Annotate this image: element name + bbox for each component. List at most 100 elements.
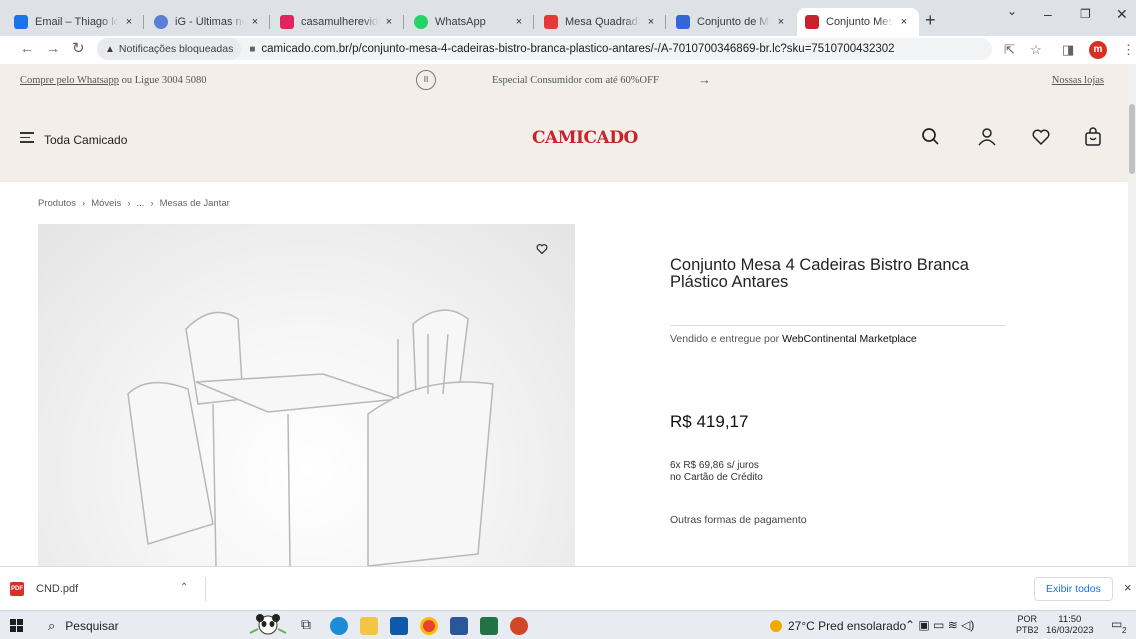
whatsapp-link[interactable]: Compre pelo Whatsapp <box>20 75 119 86</box>
download-item[interactable]: PDF CND.pdf ⌃ <box>10 577 206 601</box>
bookmark-star-icon[interactable]: ☆ <box>1030 42 1042 58</box>
tab-ig[interactable]: iG - Últimas notíc × <box>146 8 270 36</box>
search-icon[interactable] <box>920 126 942 148</box>
contact-links: Compre pelo Whatsapp ou Ligue 3004 5080 <box>20 75 206 86</box>
weather-text: 27°C Pred ensolarado <box>788 619 907 633</box>
system-tray-icons[interactable]: ⌃ ▣ ▭ ≋ ◁) <box>905 618 974 632</box>
clock[interactable]: 11:50 16/03/2023 <box>1046 614 1094 636</box>
tab-close-icon[interactable]: × <box>248 16 262 28</box>
camicado-logo[interactable]: CAMICADO <box>532 128 638 148</box>
user-account-icon[interactable] <box>976 126 998 148</box>
language-code: POR <box>1017 614 1038 624</box>
seller-name-link[interactable]: WebContinental Marketplace <box>782 333 917 345</box>
chrome-icon[interactable] <box>420 617 438 635</box>
tab-search-icon[interactable]: ⌄ <box>1007 4 1017 18</box>
store-favicon-icon <box>544 15 558 29</box>
tab-label: Conjunto Mesa 4 <box>826 16 893 28</box>
tab-conjunto-mesa-active[interactable]: Conjunto Mesa 4 × <box>797 8 919 36</box>
panda-search-highlight-icon[interactable] <box>246 611 290 639</box>
keyboard-layout: PTB2 <box>1016 625 1039 635</box>
pause-carousel-button[interactable]: II <box>416 70 436 90</box>
product-price: R$ 419,17 <box>670 412 749 431</box>
show-all-downloads-button[interactable]: Exibir todos <box>1034 577 1113 601</box>
all-categories-menu[interactable]: Toda Camicado <box>44 133 127 147</box>
promo-message[interactable]: Especial Consumidor com até 60%OFF <box>492 75 659 86</box>
reload-icon[interactable]: ↻ <box>72 39 85 57</box>
tab-casamulherevida[interactable]: casamulherevida × <box>272 8 404 36</box>
tab-email[interactable]: Email – Thiago lo × <box>6 8 144 36</box>
download-file-name[interactable]: CND.pdf <box>36 583 78 595</box>
casamulher-favicon-icon <box>280 15 294 29</box>
mail-icon[interactable] <box>390 617 408 635</box>
other-payment-methods-link[interactable]: Outras formas de pagamento <box>670 514 807 526</box>
product-title: Conjunto Mesa 4 Cadeiras Bistro Branca P… <box>670 256 969 291</box>
search-icon: ⌕ <box>48 617 56 633</box>
excel-icon[interactable] <box>480 617 498 635</box>
our-stores-link[interactable]: Nossas lojas <box>1052 75 1104 86</box>
shopping-bag-icon[interactable] <box>1082 126 1104 148</box>
tab-close-icon[interactable]: × <box>774 16 788 28</box>
notifications-blocked-label: Notificações bloqueadas <box>118 43 234 55</box>
page-viewport: Compre pelo Whatsapp ou Ligue 3004 5080 … <box>0 64 1136 566</box>
profile-avatar[interactable]: m <box>1089 41 1107 59</box>
tab-label: iG - Últimas notíc <box>175 16 244 28</box>
new-tab-button[interactable]: + <box>925 10 936 31</box>
tab-close-icon[interactable]: × <box>512 16 526 28</box>
camicado-favicon-icon <box>805 15 819 29</box>
share-icon[interactable]: ⇱ <box>1004 42 1015 58</box>
pdf-file-icon: PDF <box>10 582 24 596</box>
add-to-favorites-heart-icon[interactable] <box>535 242 549 256</box>
or-text: ou <box>121 75 133 86</box>
file-explorer-icon[interactable] <box>360 617 378 635</box>
taskbar-search-placeholder: Pesquisar <box>65 618 119 633</box>
next-promo-arrow-icon[interactable]: → <box>698 72 711 87</box>
tab-label: Mesa Quadrada <box>565 16 640 28</box>
back-arrow-icon[interactable]: ← <box>20 40 34 56</box>
forward-arrow-icon[interactable]: → <box>46 40 60 56</box>
tab-close-icon[interactable]: × <box>644 16 658 28</box>
notification-center-icon[interactable]: ▭ <box>1111 617 1122 631</box>
tab-close-icon[interactable]: × <box>122 16 136 28</box>
scrollbar-thumb[interactable] <box>1129 104 1135 174</box>
side-panel-icon[interactable]: ◨ <box>1062 42 1074 58</box>
wishlist-heart-icon[interactable] <box>1030 126 1052 148</box>
window-close-icon[interactable]: ✕ <box>1116 6 1128 23</box>
download-shelf: PDF CND.pdf ⌃ Exibir todos × <box>0 566 1136 610</box>
windows-start-icon[interactable] <box>10 619 23 632</box>
tab-whatsapp[interactable]: WhatsApp × <box>406 8 534 36</box>
restore-icon[interactable]: ❐ <box>1080 7 1091 21</box>
tab-mesa-quadrada[interactable]: Mesa Quadrada × <box>536 8 666 36</box>
address-bar[interactable]: ▲ Notificações bloqueadas ■ camicado.com… <box>97 38 992 60</box>
product-image[interactable] <box>38 224 575 566</box>
close-download-shelf-icon[interactable]: × <box>1124 580 1132 595</box>
breadcrumb-item[interactable]: Mesas de Jantar <box>160 198 230 209</box>
breadcrumb-item[interactable]: ... <box>136 198 144 209</box>
chevron-up-icon[interactable]: ⌃ <box>180 582 188 593</box>
installments-info: 6x R$ 69,86 s/ juros no Cartão de Crédit… <box>670 460 763 484</box>
tab-close-icon[interactable]: × <box>897 16 911 28</box>
word-icon[interactable] <box>450 617 468 635</box>
clock-time: 11:50 <box>1058 614 1082 625</box>
notifications-blocked-chip[interactable]: ▲ Notificações bloqueadas <box>97 38 242 60</box>
browser-toolbar: ← → ↻ ▲ Notificações bloqueadas ■ camica… <box>0 36 1136 64</box>
breadcrumb-item[interactable]: Produtos <box>38 198 76 209</box>
task-view-icon[interactable]: ⧉ <box>301 616 319 634</box>
edge-icon[interactable] <box>330 617 348 635</box>
tab-close-icon[interactable]: × <box>382 16 396 28</box>
minimize-icon[interactable]: – <box>1044 6 1052 22</box>
weather-widget[interactable]: 27°C Pred ensolarado <box>770 619 906 633</box>
ig-favicon-icon <box>154 15 168 29</box>
kebab-menu-icon[interactable]: ⋮ <box>1122 42 1135 58</box>
seller-prefix: Vendido e entregue por <box>670 333 780 345</box>
whatsapp-favicon-icon <box>414 15 428 29</box>
breadcrumb-item[interactable]: Móveis <box>91 198 121 209</box>
tab-conjunto-de-mesa[interactable]: Conjunto de Me × <box>668 8 796 36</box>
seller-info: Vendido e entregue por WebContinental Ma… <box>670 333 917 345</box>
taskbar-search[interactable]: ⌕ Pesquisar <box>48 614 238 637</box>
language-indicator[interactable]: POR PTB2 <box>1016 614 1039 636</box>
page-scrollbar[interactable] <box>1128 64 1136 566</box>
lock-icon[interactable]: ■ <box>249 44 255 55</box>
url-text[interactable]: camicado.com.br/p/conjunto-mesa-4-cadeir… <box>261 43 894 55</box>
powerpoint-icon[interactable] <box>510 617 528 635</box>
hamburger-menu-icon[interactable] <box>20 132 34 143</box>
